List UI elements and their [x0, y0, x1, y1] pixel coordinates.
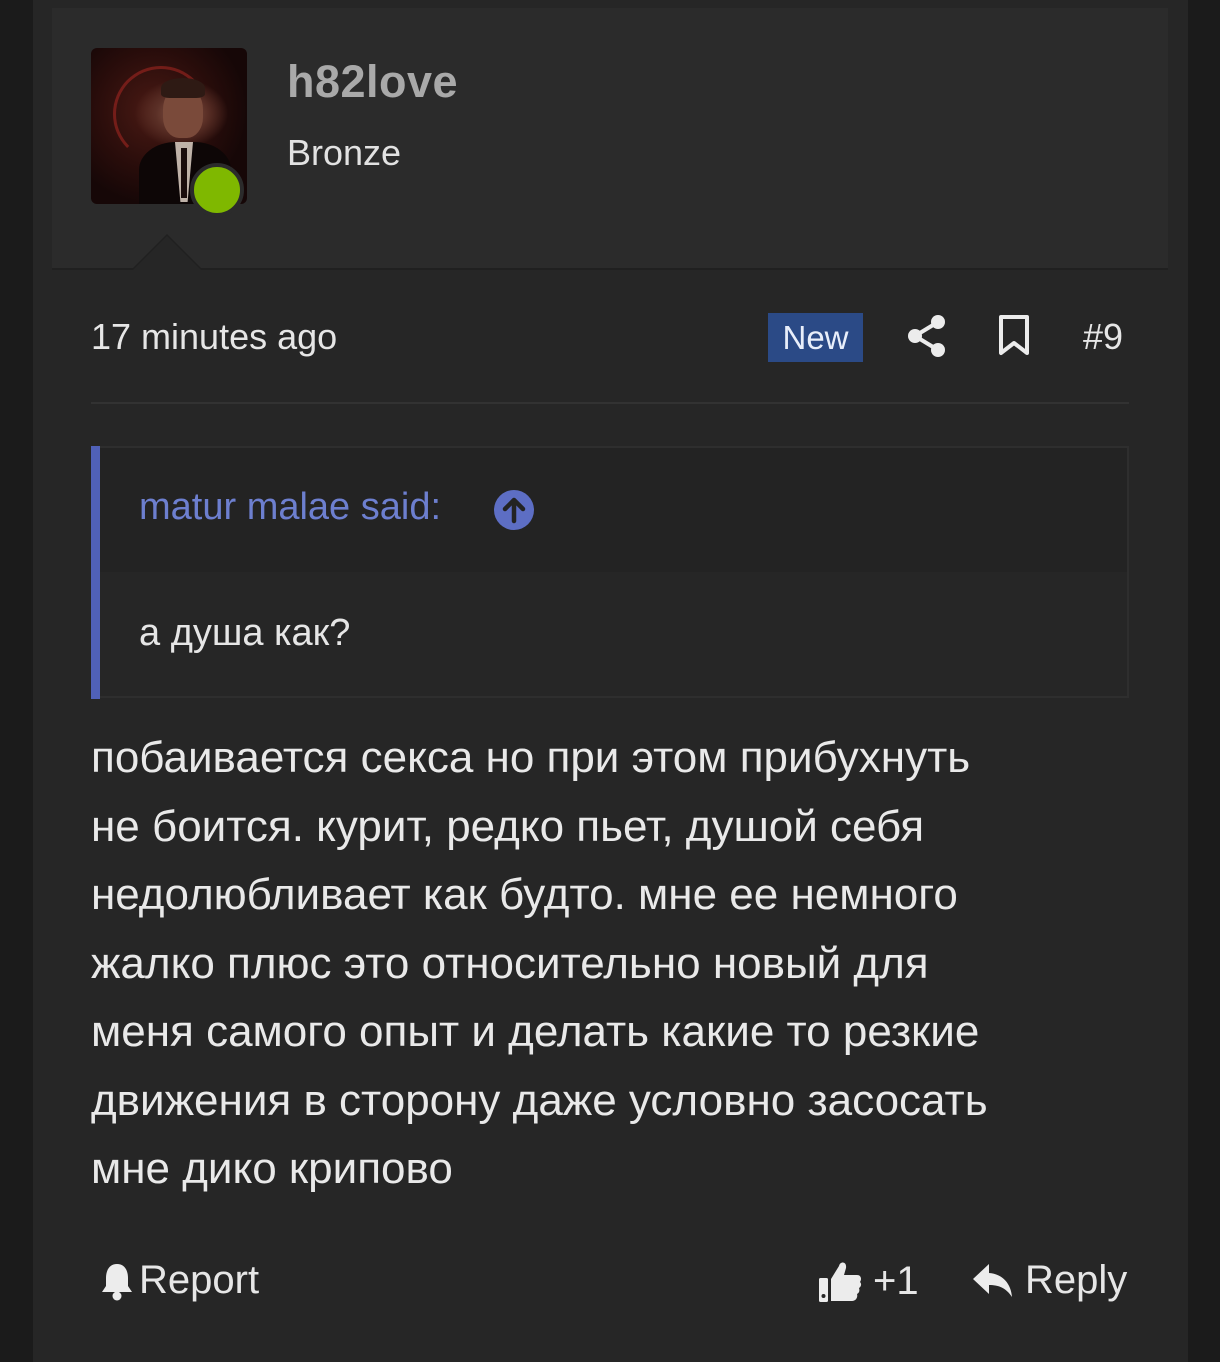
quote-text: а душа как? [139, 612, 351, 654]
post-body-line: мне дико крипово [91, 1144, 453, 1193]
share-icon[interactable] [907, 314, 947, 358]
reply-label: Reply [1025, 1258, 1128, 1302]
reply-button[interactable]: Reply [971, 1258, 1127, 1303]
post-body-line: меня самого опыт и делать какие то резки… [91, 1007, 980, 1056]
report-label: Report [139, 1258, 260, 1302]
bell-icon [102, 1263, 132, 1300]
like-count: +1 [873, 1258, 919, 1303]
post-body-line: движения в сторону даже условно засосать [91, 1075, 988, 1125]
post-body-line: жалко плюс это относительно новый для [91, 938, 929, 988]
page-gutter-right [1188, 0, 1220, 1362]
like-button[interactable]: +1 [817, 1258, 919, 1304]
user-header-pointer [133, 236, 201, 270]
bookmark-icon[interactable] [997, 314, 1031, 356]
post-time[interactable]: 17 minutes ago [91, 316, 337, 358]
avatar-hair [161, 78, 205, 98]
report-button[interactable]: Report [99, 1258, 259, 1303]
meta-divider [91, 402, 1129, 404]
username[interactable]: h82love [287, 56, 458, 108]
page-gutter-left [0, 0, 33, 1362]
post-body: побаивается секса но при этом прибухнуть… [91, 724, 1131, 1204]
post-body-line: побаивается секса но при этом прибухнуть [91, 733, 971, 782]
arrow-up-circle-icon[interactable] [493, 489, 535, 531]
user-rank: Bronze [287, 132, 402, 173]
thumbs-up-icon [819, 1262, 862, 1302]
quote-author[interactable]: matur malae said: [139, 486, 441, 529]
forum-post: h82love Bronze 17 minutes ago New #9 mat… [33, 0, 1188, 1362]
post-body-line: не боится. курит, редко пьет, душой себя [91, 801, 925, 851]
new-badge: New [768, 313, 863, 362]
avatar-tie [181, 148, 187, 198]
quote-accent-bar [91, 446, 100, 699]
post-number-link[interactable]: #9 [1083, 316, 1123, 358]
online-status-indicator [190, 163, 244, 217]
post-body-line: недолюбливает как будто. мне ее немного [91, 870, 958, 919]
reply-icon [973, 1263, 1012, 1297]
